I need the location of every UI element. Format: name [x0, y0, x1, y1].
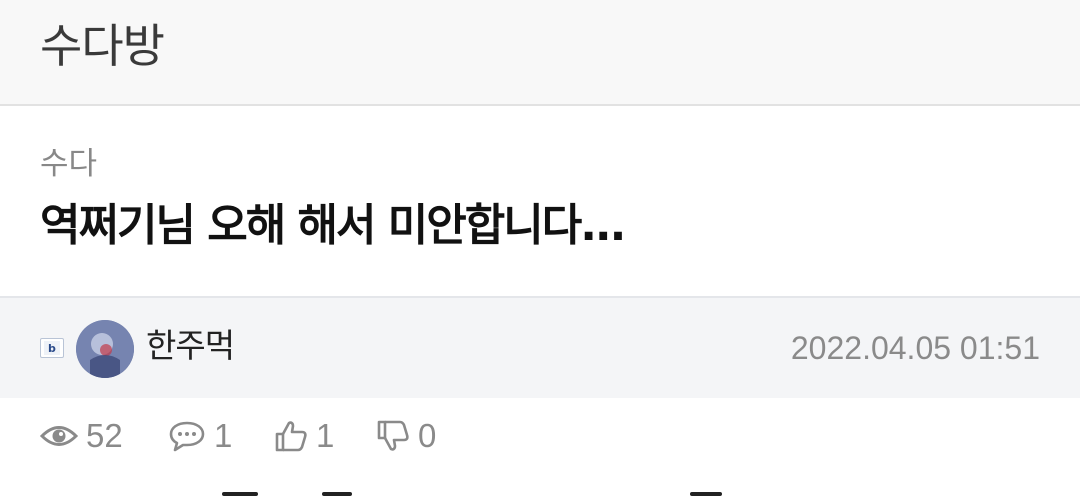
like-count-value: 1 [316, 417, 335, 454]
board-title[interactable]: 수다방 [40, 16, 165, 76]
content-text-fragment [322, 492, 352, 496]
post-title: 역쩌기님 오해 해서 미안합니다... [40, 200, 626, 251]
like-button[interactable]: 1 [274, 416, 334, 456]
thumbs-up-icon [274, 419, 308, 453]
thumbs-down-icon [376, 419, 410, 453]
comment-count-value: 1 [214, 417, 233, 454]
post-meta-bar: b 한주먹 2022.04.05 01:51 [0, 296, 1080, 398]
view-count: 52 [40, 416, 123, 456]
author-name[interactable]: 한주먹 [146, 324, 235, 368]
board-header: 수다방 [0, 0, 1080, 106]
post-header: 수다 역쩌기님 오해 해서 미안합니다... [0, 106, 1080, 296]
svg-text:b: b [48, 342, 56, 355]
comment-icon [168, 420, 206, 452]
post-date: 2022.04.05 01:51 [790, 330, 1040, 366]
author-avatar[interactable] [76, 320, 134, 378]
comment-count[interactable]: 1 [168, 416, 232, 456]
content-text-fragment [690, 492, 722, 496]
post-category[interactable]: 수다 [40, 144, 97, 184]
level-badge-icon: b [40, 338, 64, 358]
dislike-button[interactable]: 0 [376, 416, 436, 456]
view-count-value: 52 [86, 417, 123, 454]
eye-icon [40, 423, 78, 449]
dislike-count-value: 0 [418, 417, 437, 454]
content-text-fragment [222, 492, 258, 496]
post-stats: 52 1 1 0 [0, 396, 1080, 476]
